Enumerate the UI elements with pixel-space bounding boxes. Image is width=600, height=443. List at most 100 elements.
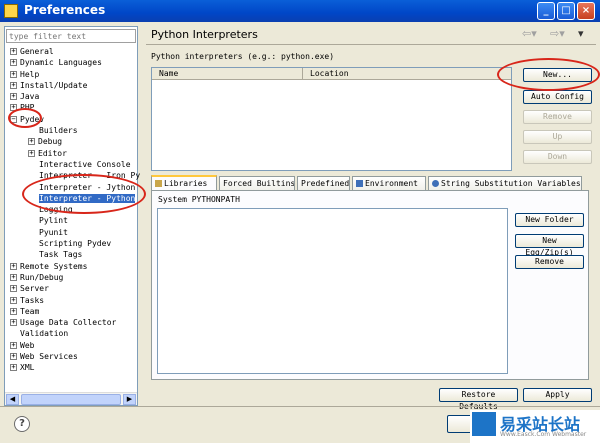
expand-icon[interactable]: + [10, 262, 17, 270]
tab-string-substitution[interactable]: String Substitution Variables [428, 176, 582, 190]
tree-item[interactable]: + Debug [10, 136, 140, 147]
tree-item-label: Validation [20, 329, 69, 339]
expand-icon[interactable]: + [10, 296, 17, 304]
tree-item-label: Run/Debug [20, 272, 64, 282]
tree-item-label: Web [20, 340, 35, 350]
close-button[interactable]: × [577, 2, 595, 20]
watermark-logo [472, 412, 496, 436]
tree-item[interactable]: + Server [10, 283, 140, 294]
back-icon[interactable]: ⇦▾ [522, 27, 537, 40]
up-button[interactable]: Up [523, 130, 592, 144]
apply-button[interactable]: Apply [523, 388, 592, 402]
tree-item[interactable]: Task Tags [10, 249, 140, 260]
pythonpath-list[interactable] [157, 208, 508, 374]
tree-item-label: Server [20, 284, 49, 294]
maximize-button[interactable]: □ [557, 2, 575, 20]
expand-icon[interactable]: + [10, 319, 17, 327]
tree-item-label: Debug [38, 137, 63, 147]
tree-item[interactable]: Pylint [10, 215, 140, 226]
expand-icon[interactable]: + [10, 59, 17, 67]
expand-icon[interactable]: + [10, 307, 17, 315]
tree-item[interactable]: Scripting Pydev [10, 238, 140, 249]
scroll-thumb[interactable] [21, 394, 121, 405]
scroll-left-arrow[interactable]: ◀ [6, 394, 19, 405]
environment-icon [356, 180, 363, 187]
tree-item[interactable]: + General [10, 46, 140, 57]
tree-item-label: Scripting Pydev [39, 239, 112, 249]
interpreters-label: Python interpreters (e.g.: python.exe) [151, 52, 335, 61]
expand-icon[interactable]: + [10, 81, 17, 89]
tree-item[interactable]: + Web [10, 340, 140, 351]
tree-item[interactable]: + Team [10, 306, 140, 317]
auto-config-button[interactable]: Auto Config [523, 90, 592, 104]
down-button[interactable]: Down [523, 150, 592, 164]
expand-icon[interactable]: + [10, 364, 17, 372]
tree-item[interactable]: + Java [10, 91, 140, 102]
tree-item[interactable]: Interactive Console [10, 159, 140, 170]
library-icon [155, 180, 162, 187]
filter-input[interactable] [6, 29, 136, 43]
title-separator [146, 44, 596, 45]
help-icon[interactable]: ? [14, 416, 30, 432]
tree-item-label: XML [20, 363, 35, 373]
tree-item-label: Task Tags [39, 250, 83, 260]
annotation-oval-pydev [8, 108, 42, 128]
tab-libraries[interactable]: Libraries [151, 175, 217, 190]
expand-icon[interactable]: + [10, 48, 17, 55]
tree-item[interactable]: + Usage Data Collector [10, 317, 140, 328]
tab-environment[interactable]: Environment [352, 176, 426, 190]
expand-icon[interactable]: + [28, 138, 35, 146]
tree-item-label: Tasks [20, 295, 45, 305]
view-menu-icon[interactable]: ▾ [578, 27, 584, 40]
tree-item[interactable]: Validation [10, 328, 140, 339]
expand-icon[interactable]: + [10, 285, 17, 293]
tab-forced-builtins[interactable]: Forced Builtins [219, 176, 295, 190]
remove-interpreter-button[interactable]: Remove [523, 110, 592, 124]
tree-item-label: Builders [39, 126, 78, 136]
expand-icon[interactable]: + [10, 341, 17, 349]
new-egg-zip-button[interactable]: New Egg/Zip(s) [515, 234, 584, 257]
expand-icon[interactable]: + [10, 353, 17, 361]
remove-library-button[interactable]: Remove [515, 255, 584, 269]
column-header-location[interactable]: Location [310, 69, 349, 78]
tree-item[interactable]: Pyunit [10, 227, 140, 238]
variables-icon [432, 180, 439, 187]
minimize-button[interactable]: _ [537, 2, 555, 20]
tree-item[interactable]: + Dynamic Languages [10, 57, 140, 68]
tree-item[interactable]: + Run/Debug [10, 272, 140, 283]
tree-item-label: Pyunit [39, 227, 68, 237]
expand-icon[interactable]: + [10, 273, 17, 281]
tree-item[interactable]: + Web Services [10, 351, 140, 362]
expand-icon[interactable]: + [10, 70, 17, 78]
table-header: Name Location [152, 68, 511, 80]
forward-icon[interactable]: ⇨▾ [550, 27, 565, 40]
tree-item[interactable]: + Tasks [10, 295, 140, 306]
new-folder-button[interactable]: New Folder [515, 213, 584, 227]
scroll-right-arrow[interactable]: ▶ [123, 394, 136, 405]
tree-item[interactable]: + Install/Update [10, 80, 140, 91]
tree-horizontal-scrollbar[interactable]: ◀ ▶ [5, 392, 137, 405]
column-divider [302, 68, 303, 79]
footer-separator [0, 406, 600, 407]
app-icon [4, 4, 18, 18]
tab-predefined[interactable]: Predefined [297, 176, 350, 190]
tree-item-label: Web Services [20, 352, 78, 362]
tree-item[interactable]: + Editor [10, 148, 140, 159]
annotation-oval-interpreter [22, 174, 146, 214]
expand-icon[interactable]: + [28, 149, 35, 157]
tree-item[interactable]: + Help [10, 69, 140, 80]
page-title: Python Interpreters [151, 28, 258, 41]
tree-item-label: Install/Update [20, 80, 88, 90]
watermark-subtext: Www.Easck.Com Webmaster [500, 431, 587, 438]
expand-icon[interactable]: + [10, 93, 17, 101]
restore-defaults-button[interactable]: Restore Defaults [439, 388, 518, 411]
tree-item-label: Editor [38, 148, 67, 158]
column-header-name[interactable]: Name [159, 69, 178, 78]
tree-item[interactable]: + Remote Systems [10, 261, 140, 272]
tree-item[interactable]: + XML [10, 362, 140, 373]
tree-item-label: Pylint [39, 216, 68, 226]
tree-item-label: Usage Data Collector [20, 318, 117, 328]
tree-item-label: Help [20, 69, 40, 79]
tree-item-label: Remote Systems [20, 261, 88, 271]
interpreters-table[interactable] [151, 67, 512, 171]
